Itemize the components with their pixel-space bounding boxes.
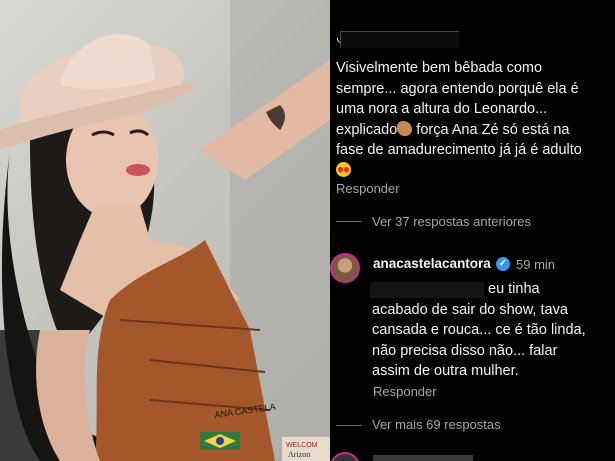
comment-line: fase de amadurecimento já já é adulto — [336, 142, 582, 158]
clapping-hands-icon — [397, 120, 413, 136]
reply-timestamp: 59 min — [516, 257, 556, 272]
avatar[interactable] — [330, 253, 360, 283]
reply-line: não precisa disso não... falar — [372, 342, 558, 359]
reply-button[interactable]: Responder — [336, 181, 400, 196]
comment-line: Visivelmente bem bêbada como — [336, 60, 543, 76]
reply-username[interactable]: anacastelacantora — [373, 256, 491, 271]
divider-line — [336, 221, 362, 222]
verified-badge-icon: ✓ — [496, 257, 510, 271]
post-photo[interactable]: WELCOM Arizon ANA CASTELA — [0, 0, 330, 461]
reply-line: eu tinha — [488, 281, 540, 297]
reply-text: eu tinha acabado de sair do show, tava c… — [372, 279, 612, 382]
divider-line — [336, 425, 362, 426]
photo-illustration: WELCOM Arizon ANA CASTELA — [0, 0, 330, 461]
comment-line: força Ana Zé só está na — [412, 121, 570, 138]
screenshot-root: WELCOM Arizon ANA CASTELA Visivelmente b… — [0, 0, 615, 461]
reply-button-2[interactable]: Responder — [373, 384, 437, 399]
view-more-replies[interactable]: Ver mais 69 respostas — [372, 417, 501, 432]
heart-eyes-icon — [336, 161, 351, 177]
view-previous-replies[interactable]: Ver 37 respostas anteriores — [372, 214, 531, 229]
comment-line: uma nora a altura do Leonardo... — [336, 101, 548, 117]
avatar[interactable] — [330, 452, 360, 461]
reply-line: cansada e rouca... ce é tão linda, — [372, 322, 586, 338]
sign-text-2: Arizon — [288, 450, 310, 459]
reply-line: acabado de sair do show, tava — [372, 301, 568, 318]
comment-line: explicado — [336, 121, 398, 138]
top-comment-text: Visivelmente bem bêbada como sempre... a… — [336, 58, 612, 181]
redacted-username — [340, 31, 459, 48]
sign-text-1: WELCOM — [286, 442, 318, 449]
comment-line: sempre... agora entendo porquê ela é — [336, 80, 579, 97]
comments-panel: Visivelmente bem bêbada como sempre... a… — [330, 0, 615, 461]
redacted-username — [373, 455, 473, 461]
reply-line: assim de outra mulher. — [372, 363, 519, 379]
